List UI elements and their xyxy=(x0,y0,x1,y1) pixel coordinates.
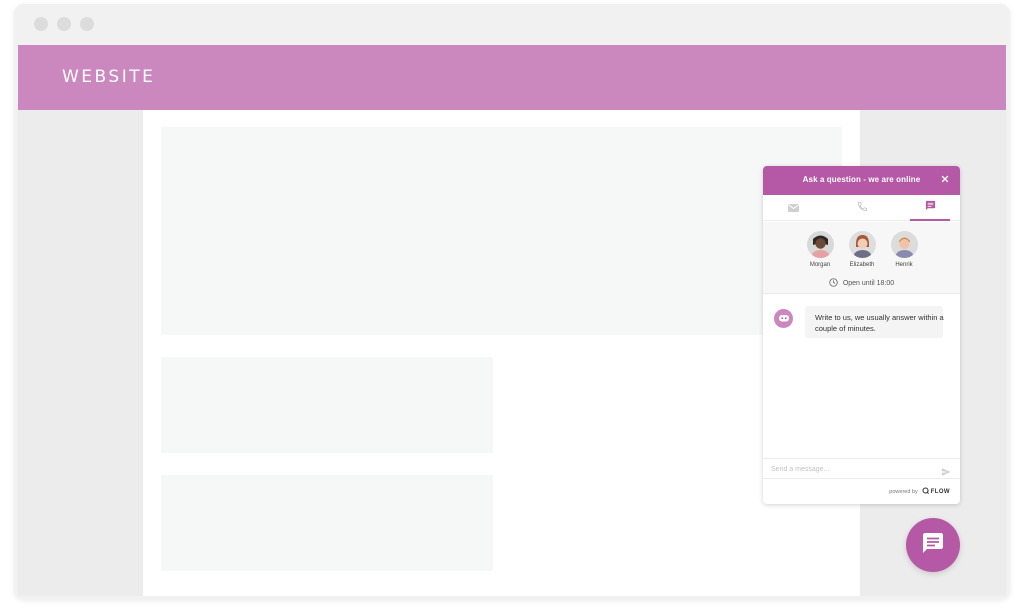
chat-tabs xyxy=(763,195,960,221)
site-title: WEBSITE xyxy=(62,67,156,87)
phone-icon xyxy=(857,199,868,217)
agent-name: Morgan xyxy=(809,262,831,268)
opening-hours-text: Open until 18:00 xyxy=(842,280,895,287)
agent-morgan: Morgan xyxy=(800,231,840,268)
agent-henrik: Henrik xyxy=(884,231,924,268)
agent-name: Henrik xyxy=(895,262,913,268)
powered-by-text: powered by xyxy=(889,488,918,495)
site-header: WEBSITE xyxy=(18,45,1006,110)
window-minimize-dot[interactable] xyxy=(57,17,71,31)
chat-icon xyxy=(925,198,936,216)
agent-elizabeth: Elizabeth xyxy=(842,231,882,268)
chat-header-title: Ask a question - we are online xyxy=(802,175,921,184)
chat-widget: Ask a question - we are online Morgan El… xyxy=(763,166,960,504)
opening-hours: Open until 18:00 xyxy=(763,278,960,289)
content-placeholder-hero xyxy=(161,127,842,335)
message-bubble: Write to us, we usually answer within a … xyxy=(805,306,944,338)
window-maximize-dot[interactable] xyxy=(80,17,94,31)
message-input[interactable] xyxy=(771,463,931,475)
avatar xyxy=(848,231,876,258)
send-icon[interactable] xyxy=(941,464,951,476)
message-composer xyxy=(763,458,960,479)
flow-logo-text: FLOW xyxy=(930,488,950,495)
tab-phone[interactable] xyxy=(832,195,892,221)
avatar xyxy=(890,231,918,258)
bot-avatar-icon xyxy=(774,309,793,328)
tab-chat[interactable] xyxy=(910,195,950,221)
browser-titlebar xyxy=(14,4,1010,45)
chat-bubble-icon xyxy=(921,531,945,560)
chat-header: Ask a question - we are online xyxy=(763,166,960,195)
chat-message: Write to us, we usually answer within a … xyxy=(773,306,953,338)
agents-panel: Morgan Elizabeth Henrik Open until 18:00 xyxy=(763,222,960,294)
flow-logo-icon xyxy=(922,487,929,496)
tab-email[interactable] xyxy=(763,195,823,221)
clock-icon xyxy=(829,278,838,289)
window-close-dot[interactable] xyxy=(34,17,48,31)
avatar xyxy=(806,231,834,258)
message-text: Write to us, we usually answer within a … xyxy=(815,313,944,333)
content-placeholder-block xyxy=(161,475,493,571)
close-icon[interactable] xyxy=(939,173,951,185)
content-area xyxy=(143,110,860,596)
chat-launcher-button[interactable] xyxy=(906,518,960,572)
flow-logo: FLOW xyxy=(922,487,950,496)
envelope-icon xyxy=(787,199,799,217)
content-placeholder-block xyxy=(161,357,493,453)
powered-by: powered by FLOW xyxy=(889,487,950,496)
agent-name: Elizabeth xyxy=(849,262,875,268)
